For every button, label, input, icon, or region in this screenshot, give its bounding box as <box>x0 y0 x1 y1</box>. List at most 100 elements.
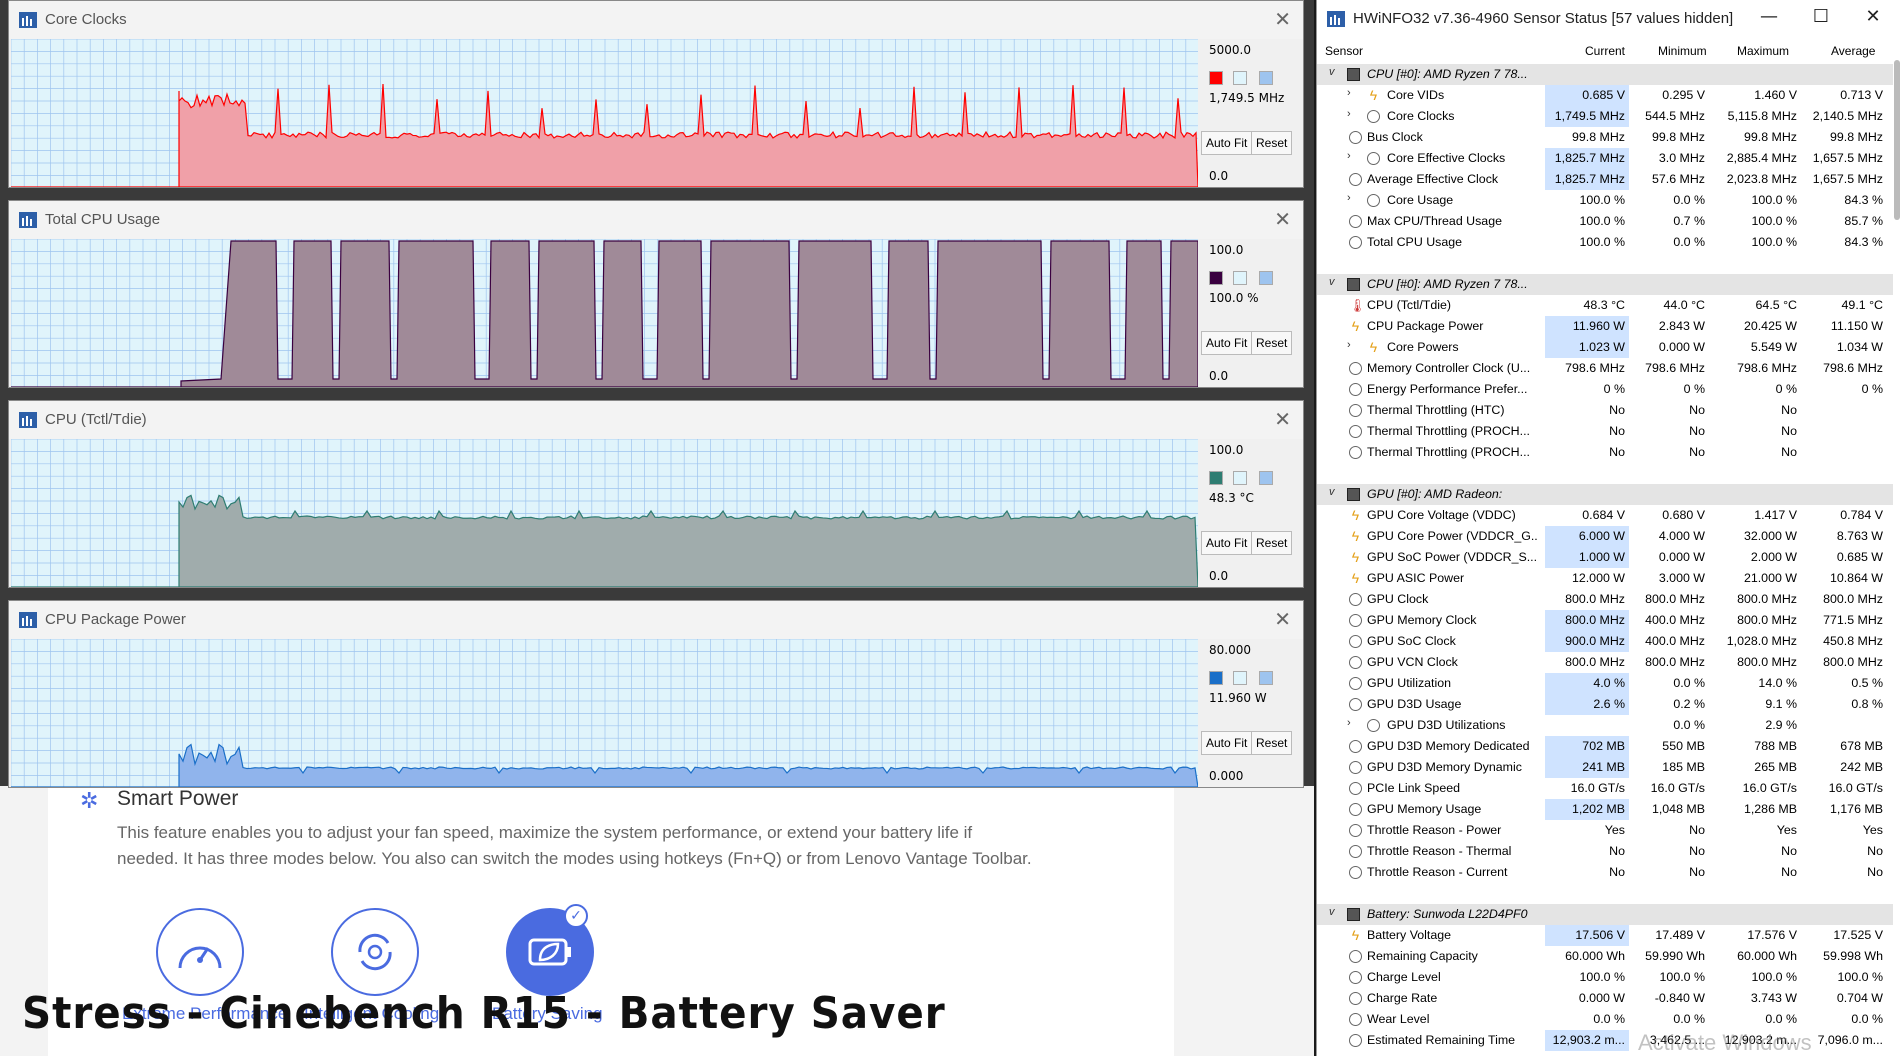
graph-window-core-clocks[interactable]: Core Clocks ✕ 5000.0 1,749.5 MHz Auto Fi… <box>8 0 1304 188</box>
sensor-row[interactable]: Thermal Throttling (PROCH... No No No <box>1317 421 1893 442</box>
sensor-row[interactable]: GPU D3D Memory Dynamic 241 MB 185 MB 265… <box>1317 757 1893 778</box>
grid-color-swatch[interactable] <box>1259 671 1273 685</box>
chevron-right-icon[interactable]: › <box>1347 192 1361 204</box>
chevron-right-icon[interactable]: › <box>1347 150 1361 162</box>
sensor-row[interactable]: › Core Effective Clocks 1,825.7 MHz 3.0 … <box>1317 148 1893 169</box>
sensor-row[interactable]: ϟ GPU ASIC Power 12.000 W 3.000 W 21.000… <box>1317 568 1893 589</box>
chevron-down-icon[interactable]: v <box>1329 276 1343 288</box>
value-maximum: 1,286 MB <box>1743 802 1797 816</box>
sensor-row[interactable]: GPU Memory Clock 800.0 MHz 400.0 MHz 800… <box>1317 610 1893 631</box>
maximize-icon[interactable]: ☐ <box>1801 6 1841 27</box>
auto-fit-button[interactable]: Auto Fit <box>1201 131 1253 155</box>
close-icon[interactable]: ✕ <box>1274 607 1291 631</box>
background-color-swatch[interactable] <box>1233 471 1247 485</box>
sensor-row[interactable]: Remaining Capacity 60.000 Wh 59.990 Wh 6… <box>1317 946 1893 967</box>
background-color-swatch[interactable] <box>1233 671 1247 685</box>
sensor-row[interactable]: ϟ CPU Package Power 11.960 W 2.843 W 20.… <box>1317 316 1893 337</box>
sensor-group-row[interactable]: v GPU [#0]: AMD Radeon: <box>1317 484 1893 505</box>
sensor-row[interactable]: Bus Clock 99.8 MHz 99.8 MHz 99.8 MHz 99.… <box>1317 127 1893 148</box>
sensor-row[interactable]: 🌡︎ CPU (Tctl/Tdie) 48.3 °C 44.0 °C 64.5 … <box>1317 295 1893 316</box>
reset-button[interactable]: Reset <box>1251 731 1293 755</box>
sensor-row[interactable]: Charge Rate 0.000 W -0.840 W 3.743 W 0.7… <box>1317 988 1893 1009</box>
sensor-row[interactable]: Max CPU/Thread Usage 100.0 % 0.7 % 100.0… <box>1317 211 1893 232</box>
close-icon[interactable]: ✕ <box>1853 6 1893 27</box>
sensor-row[interactable]: ϟ GPU SoC Power (VDDCR_S... 1.000 W 0.00… <box>1317 547 1893 568</box>
sensor-row[interactable]: GPU Utilization 4.0 % 0.0 % 14.0 % 0.5 % <box>1317 673 1893 694</box>
sensor-row[interactable]: ϟ GPU Core Voltage (VDDC) 0.684 V 0.680 … <box>1317 505 1893 526</box>
line-color-swatch[interactable] <box>1209 271 1223 285</box>
line-color-swatch[interactable] <box>1209 471 1223 485</box>
auto-fit-button[interactable]: Auto Fit <box>1201 731 1253 755</box>
reset-button[interactable]: Reset <box>1251 531 1293 555</box>
header-minimum[interactable]: Minimum <box>1658 44 1707 58</box>
scrollbar[interactable] <box>1894 60 1900 220</box>
sensor-row[interactable]: GPU D3D Memory Dedicated 702 MB 550 MB 7… <box>1317 736 1893 757</box>
sensor-row[interactable]: Thermal Throttling (HTC) No No No <box>1317 400 1893 421</box>
sensor-row[interactable]: Charge Level 100.0 % 100.0 % 100.0 % 100… <box>1317 967 1893 988</box>
sensor-row[interactable]: GPU Memory Usage 1,202 MB 1,048 MB 1,286… <box>1317 799 1893 820</box>
intelligent-cooling-button[interactable] <box>331 908 419 996</box>
auto-fit-button[interactable]: Auto Fit <box>1201 531 1253 555</box>
grid-color-swatch[interactable] <box>1259 471 1273 485</box>
minimize-icon[interactable]: — <box>1749 6 1789 27</box>
sensor-row[interactable]: PCIe Link Speed 16.0 GT/s 16.0 GT/s 16.0… <box>1317 778 1893 799</box>
chevron-down-icon[interactable]: v <box>1329 906 1343 918</box>
close-icon[interactable]: ✕ <box>1274 7 1291 31</box>
sensor-row[interactable]: Throttle Reason - Current No No No No <box>1317 862 1893 883</box>
background-color-swatch[interactable] <box>1233 271 1247 285</box>
sensor-row[interactable]: GPU D3D Usage 2.6 % 0.2 % 9.1 % 0.8 % <box>1317 694 1893 715</box>
hwinfo-titlebar[interactable]: HWiNFO32 v7.36-4960 Sensor Status [57 va… <box>1317 0 1902 38</box>
graph-titlebar[interactable]: Total CPU Usage ✕ <box>9 201 1303 239</box>
graph-window-total-cpu-usage[interactable]: Total CPU Usage ✕ 100.0 100.0 % Auto Fit… <box>8 200 1304 388</box>
sensor-row[interactable]: › Core Usage 100.0 % 0.0 % 100.0 % 84.3 … <box>1317 190 1893 211</box>
sensor-row[interactable]: › ϟ Core Powers 1.023 W 0.000 W 5.549 W 1… <box>1317 337 1893 358</box>
sensor-row[interactable]: Average Effective Clock 1,825.7 MHz 57.6… <box>1317 169 1893 190</box>
auto-fit-button[interactable]: Auto Fit <box>1201 331 1253 355</box>
sensor-row[interactable]: GPU Clock 800.0 MHz 800.0 MHz 800.0 MHz … <box>1317 589 1893 610</box>
sensor-row[interactable]: GPU SoC Clock 900.0 MHz 400.0 MHz 1,028.… <box>1317 631 1893 652</box>
value-minimum: No <box>1689 424 1705 438</box>
close-icon[interactable]: ✕ <box>1274 207 1291 231</box>
chevron-right-icon[interactable]: › <box>1347 108 1361 120</box>
close-icon[interactable]: ✕ <box>1274 407 1291 431</box>
sensor-row[interactable]: › ϟ Core VIDs 0.685 V 0.295 V 1.460 V 0.7… <box>1317 85 1893 106</box>
sensor-row[interactable]: Thermal Throttling (PROCH... No No No <box>1317 442 1893 463</box>
graph-window-cpu-temp[interactable]: CPU (Tctl/Tdie) ✕ 100.0 48.3 °C Auto Fit… <box>8 400 1304 588</box>
sensor-row[interactable]: Throttle Reason - Thermal No No No No <box>1317 841 1893 862</box>
chevron-right-icon[interactable]: › <box>1347 717 1361 729</box>
sensor-row[interactable]: ϟ GPU Core Power (VDDCR_G... 6.000 W 4.0… <box>1317 526 1893 547</box>
background-color-swatch[interactable] <box>1233 71 1247 85</box>
reset-button[interactable]: Reset <box>1251 331 1293 355</box>
line-color-swatch[interactable] <box>1209 71 1223 85</box>
graph-window-cpu-package-power[interactable]: CPU Package Power ✕ 80.000 11.960 W Auto… <box>8 600 1304 788</box>
grid-color-swatch[interactable] <box>1259 271 1273 285</box>
graph-titlebar[interactable]: CPU (Tctl/Tdie) ✕ <box>9 401 1303 439</box>
graph-titlebar[interactable]: CPU Package Power ✕ <box>9 601 1303 639</box>
extreme-performance-button[interactable] <box>156 908 244 996</box>
chevron-down-icon[interactable]: v <box>1329 486 1343 498</box>
header-maximum[interactable]: Maximum <box>1737 44 1789 58</box>
sensor-row[interactable]: ϟ Battery Voltage 17.506 V 17.489 V 17.5… <box>1317 925 1893 946</box>
sensor-group-row[interactable]: v CPU [#0]: AMD Ryzen 7 78... <box>1317 64 1893 85</box>
sensor-row[interactable]: Throttle Reason - Power Yes No Yes Yes <box>1317 820 1893 841</box>
sensor-row[interactable]: Memory Controller Clock (U... 798.6 MHz … <box>1317 358 1893 379</box>
chevron-right-icon[interactable]: › <box>1347 87 1361 99</box>
sensor-row[interactable]: Wear Level 0.0 % 0.0 % 0.0 % 0.0 % <box>1317 1009 1893 1030</box>
sensor-row[interactable]: › GPU D3D Utilizations 0.0 % 2.9 % <box>1317 715 1893 736</box>
grid-color-swatch[interactable] <box>1259 71 1273 85</box>
sensor-group-row[interactable]: v CPU [#0]: AMD Ryzen 7 78... <box>1317 274 1893 295</box>
chevron-right-icon[interactable]: › <box>1347 339 1361 351</box>
line-color-swatch[interactable] <box>1209 671 1223 685</box>
hwinfo-window[interactable]: HWiNFO32 v7.36-4960 Sensor Status [57 va… <box>1316 0 1902 1056</box>
sensor-row[interactable]: Total CPU Usage 100.0 % 0.0 % 100.0 % 84… <box>1317 232 1893 253</box>
sensor-group-row[interactable]: v Battery: Sunwoda L22D4PF0 <box>1317 904 1893 925</box>
sensor-row[interactable]: › Core Clocks 1,749.5 MHz 544.5 MHz 5,11… <box>1317 106 1893 127</box>
chevron-down-icon[interactable]: v <box>1329 66 1343 78</box>
graph-titlebar[interactable]: Core Clocks ✕ <box>9 1 1303 39</box>
header-current[interactable]: Current <box>1585 44 1625 58</box>
header-average[interactable]: Average <box>1831 44 1875 58</box>
header-sensor[interactable]: Sensor <box>1325 44 1363 58</box>
sensor-row[interactable]: GPU VCN Clock 800.0 MHz 800.0 MHz 800.0 … <box>1317 652 1893 673</box>
reset-button[interactable]: Reset <box>1251 131 1293 155</box>
sensor-row[interactable]: Energy Performance Prefer... 0 % 0 % 0 %… <box>1317 379 1893 400</box>
